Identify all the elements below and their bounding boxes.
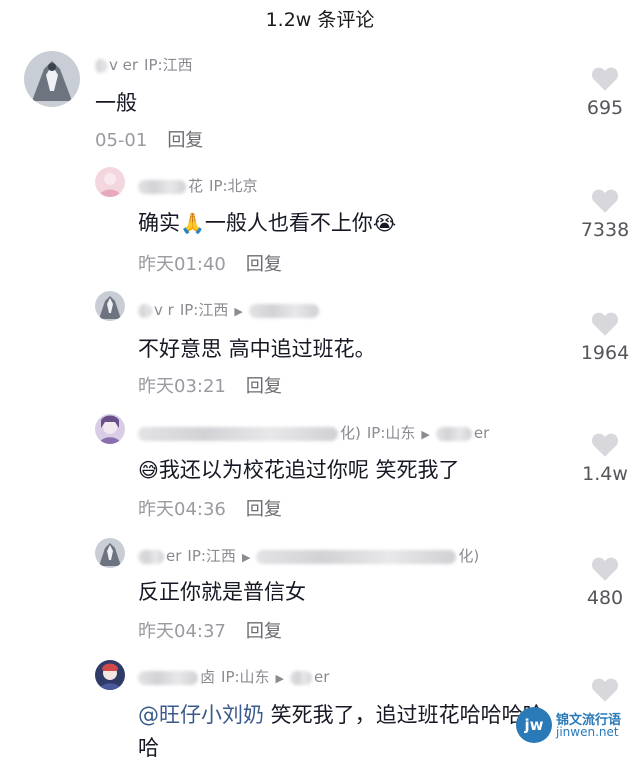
watermark-logo: jw [516,707,552,743]
comment-text: 😅我还以为校花追过你呢 笑死我了 [138,454,460,484]
comment-text-content: 反正你就是普信女 [138,580,306,604]
avatar[interactable] [95,414,125,444]
reply-button[interactable]: 回复 [246,499,282,520]
comment-text-content: 一般 [95,91,137,115]
heart-icon [591,189,619,213]
ip-location: IP:北京 [209,177,258,195]
avatar[interactable] [95,291,125,321]
triangle-right-icon: ▶ [421,428,430,441]
ip-location: IP:江西 [144,56,193,74]
comment-footer: 昨天03:21 回复 [138,372,282,398]
like-count: 1964 [580,342,630,364]
heart-icon [591,67,619,91]
triangle-right-icon: ▶ [275,672,285,685]
blurred-username [95,58,107,73]
like-count: 695 [586,97,624,119]
comment-text-content: 我还以为校花追过你呢 笑死我了 [158,458,460,482]
avatar[interactable] [95,538,125,568]
timestamp: 昨天03:21 [138,376,226,397]
heart-icon [591,312,619,336]
blurred-reply-target [290,670,313,685]
avatar[interactable] [95,660,125,690]
comment-text-content: 哈 [138,736,159,760]
sweat-smile-emoji: 😅 [138,458,159,482]
avatar[interactable] [24,51,80,107]
blurred-username [138,179,186,194]
comments-header: 1.2w 条评论 [0,0,640,40]
blurred-reply-target [256,549,457,564]
blurred-username [138,670,198,685]
comment-meta: 化) IP:山东 ▶ er [138,422,489,443]
username[interactable]: v er [109,56,138,74]
comment-footer: 昨天04:36 回复 [138,495,282,521]
username[interactable]: 化) [340,424,361,442]
comment-text: 一般 [95,87,137,117]
username[interactable]: 花 [188,177,203,195]
comment-count-title: 1.2w 条评论 [265,9,375,31]
comment-text-content: 一般人也看不上你 [204,211,373,235]
comment-text: 不好意思 高中追过班花。 [138,333,376,363]
reply-button[interactable]: 回复 [246,621,282,642]
comment-meta: er IP:江西 ▶ 化) [138,545,479,566]
comment-meta: 花 IP:北京 [138,175,258,196]
username[interactable]: 卤 [200,668,215,686]
comment-footer: 05-01 回复 [95,126,203,152]
blurred-username [138,303,152,318]
crying-face-emoji: 😭 [372,211,397,235]
username[interactable]: v r [154,301,174,319]
reply-button[interactable]: 回复 [246,254,282,275]
ip-location: IP:山东 [221,668,270,686]
reply-button[interactable]: 回复 [167,130,203,151]
username[interactable]: er [166,547,181,565]
comment-text-content: 确实 [138,211,180,235]
like-button[interactable]: 695 [575,66,635,119]
timestamp: 昨天04:37 [138,621,226,642]
like-button[interactable]: 1.4w [575,432,635,485]
ip-location: IP:江西 [179,301,229,319]
timestamp: 05-01 [95,130,148,151]
like-count: 1.4w [582,463,628,485]
comment-meta: v r IP:江西 ▶ [138,299,321,320]
comment-text: 反正你就是普信女 [138,576,306,606]
comment-footer: 昨天04:37 回复 [138,617,282,643]
ip-location: IP:山东 [366,424,416,442]
ip-location: IP:江西 [187,547,236,565]
site-watermark: jw 锦文流行语 jinwen.net [516,707,634,743]
heart-icon [591,557,619,581]
user-mention-link[interactable]: @旺仔小刘奶 [138,703,264,727]
comment-text-content: 不好意思 高中追过班花。 [138,337,376,361]
watermark-url: jinwen.net [556,725,619,739]
comment-text-content: 笑死我了，追过班花哈哈哈哈 [264,703,544,727]
triangle-right-icon: ▶ [241,551,251,564]
like-button[interactable] [575,677,635,702]
blurred-username [138,426,338,441]
reply-button[interactable]: 回复 [246,376,282,397]
timestamp: 昨天04:36 [138,499,226,520]
like-button[interactable]: 480 [575,556,635,609]
avatar[interactable] [95,167,125,197]
like-count: 480 [586,587,624,609]
heart-icon [591,678,619,702]
reply-target[interactable]: er [474,424,489,442]
comment-text: @旺仔小刘奶 笑死我了，追过班花哈哈哈哈 [138,699,544,729]
comment-meta: v er IP:江西 [95,54,193,75]
comment-text-line2: 哈 [138,732,159,762]
like-button[interactable]: 7338 [575,188,635,241]
heart-icon [591,433,619,457]
comment-footer: 昨天01:40 回复 [138,250,282,276]
like-count: 7338 [580,219,630,241]
praying-hands-emoji: 🙏 [180,211,205,235]
reply-target[interactable]: 化) [458,547,479,565]
comment-meta: 卤 IP:山东 ▶ er [138,666,329,687]
triangle-right-icon: ▶ [234,305,243,318]
timestamp: 昨天01:40 [138,254,226,275]
blurred-reply-target [248,303,319,318]
comment-text: 确实🙏一般人也看不上你😭 [138,207,396,237]
blurred-username [138,549,164,564]
reply-target[interactable]: er [314,668,329,686]
like-button[interactable]: 1964 [575,311,635,364]
blurred-reply-target [435,426,472,441]
